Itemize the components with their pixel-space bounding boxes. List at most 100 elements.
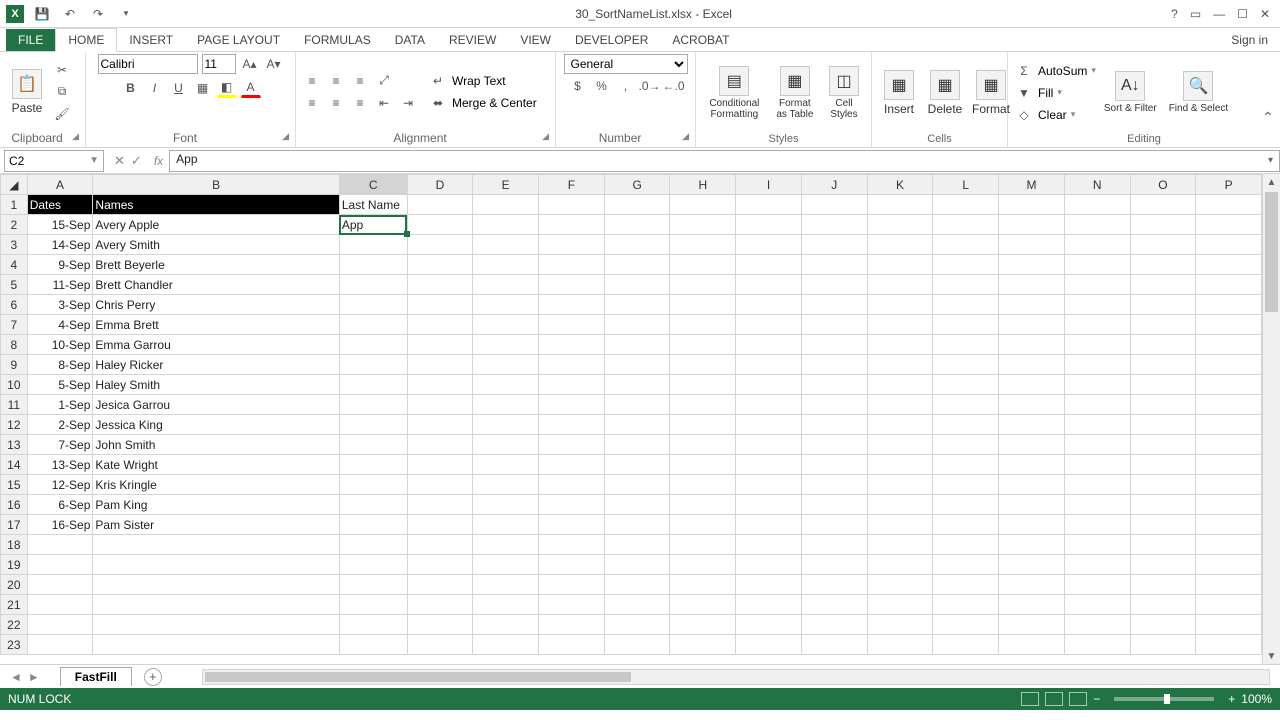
cell[interactable] (933, 255, 999, 275)
cell[interactable] (93, 575, 339, 595)
cell[interactable]: Names (93, 195, 339, 215)
cell[interactable] (670, 375, 736, 395)
cell[interactable] (407, 455, 473, 475)
cell[interactable]: 6-Sep (27, 495, 93, 515)
cell[interactable] (539, 315, 605, 335)
cell[interactable] (801, 495, 867, 515)
row-header[interactable]: 23 (1, 635, 28, 655)
cell[interactable] (999, 595, 1065, 615)
cell[interactable] (1064, 635, 1130, 655)
cell[interactable] (999, 215, 1065, 235)
cell[interactable] (801, 255, 867, 275)
row-header[interactable]: 5 (1, 275, 28, 295)
cell[interactable] (801, 435, 867, 455)
format-cells-button[interactable]: ▦Format (970, 68, 1012, 118)
cell[interactable] (1064, 295, 1130, 315)
cell[interactable] (1130, 635, 1196, 655)
paste-button[interactable]: 📋Paste (6, 67, 48, 117)
cell[interactable]: 3-Sep (27, 295, 93, 315)
cell[interactable] (999, 575, 1065, 595)
cell[interactable] (670, 235, 736, 255)
cell[interactable] (1064, 415, 1130, 435)
cell[interactable] (1064, 615, 1130, 635)
cell[interactable] (1064, 535, 1130, 555)
cell[interactable] (1130, 575, 1196, 595)
cell[interactable]: Brett Chandler (93, 275, 339, 295)
scroll-down-icon[interactable]: ▼ (1263, 648, 1280, 664)
cell[interactable] (1196, 255, 1262, 275)
cell[interactable] (539, 395, 605, 415)
cell[interactable] (1196, 455, 1262, 475)
cell[interactable] (604, 555, 670, 575)
cell[interactable] (1196, 635, 1262, 655)
cell[interactable] (339, 275, 407, 295)
cell[interactable] (1064, 495, 1130, 515)
cell[interactable] (999, 615, 1065, 635)
cell[interactable] (473, 575, 539, 595)
cell[interactable] (1196, 375, 1262, 395)
cell[interactable] (339, 235, 407, 255)
cell[interactable] (1196, 195, 1262, 215)
cell[interactable] (1130, 475, 1196, 495)
percent-icon[interactable]: % (592, 76, 612, 96)
cell[interactable] (670, 595, 736, 615)
cell[interactable] (867, 395, 933, 415)
cell[interactable] (736, 495, 802, 515)
increase-indent-icon[interactable]: ⇥ (398, 93, 418, 113)
cell[interactable]: 9-Sep (27, 255, 93, 275)
cell[interactable] (736, 395, 802, 415)
cell[interactable] (999, 195, 1065, 215)
cell[interactable] (407, 475, 473, 495)
cell[interactable] (604, 475, 670, 495)
cell[interactable] (1130, 315, 1196, 335)
row-header[interactable]: 19 (1, 555, 28, 575)
cell[interactable] (604, 595, 670, 615)
cell[interactable] (1064, 255, 1130, 275)
cell[interactable] (1064, 375, 1130, 395)
format-as-table-button[interactable]: ▦Format as Table (771, 64, 819, 122)
help-icon[interactable]: ? (1171, 7, 1178, 21)
cell[interactable] (539, 615, 605, 635)
cell[interactable] (93, 555, 339, 575)
cell[interactable] (604, 635, 670, 655)
align-right-icon[interactable]: ≡ (350, 93, 370, 113)
tab-review[interactable]: REVIEW (437, 29, 508, 51)
cell[interactable] (604, 215, 670, 235)
merge-center-button[interactable]: ⬌Merge & Center (428, 93, 537, 113)
cell[interactable] (867, 615, 933, 635)
cell[interactable] (801, 455, 867, 475)
cell[interactable]: 4-Sep (27, 315, 93, 335)
cell[interactable] (1130, 395, 1196, 415)
cell[interactable]: Avery Apple (93, 215, 339, 235)
sheet-tab[interactable]: FastFill (60, 667, 132, 686)
cell[interactable] (1064, 335, 1130, 355)
cell[interactable] (999, 335, 1065, 355)
number-dialog-icon[interactable]: ◢ (682, 131, 689, 142)
chevron-down-icon[interactable]: ▼ (89, 155, 99, 166)
cell[interactable] (539, 515, 605, 535)
expand-formula-bar-icon[interactable]: ▾ (1262, 150, 1280, 172)
cell[interactable] (999, 455, 1065, 475)
cell[interactable] (999, 275, 1065, 295)
cell[interactable] (999, 555, 1065, 575)
cell[interactable]: 16-Sep (27, 515, 93, 535)
cell[interactable] (999, 495, 1065, 515)
cell[interactable] (670, 415, 736, 435)
cell[interactable]: Last Name (339, 195, 407, 215)
cell[interactable] (1196, 295, 1262, 315)
cell[interactable] (867, 415, 933, 435)
column-header[interactable]: G (604, 175, 670, 195)
cell[interactable] (933, 555, 999, 575)
cell[interactable] (999, 515, 1065, 535)
cell[interactable] (27, 535, 93, 555)
cell[interactable] (339, 555, 407, 575)
clear-button[interactable]: ◇Clear▾ (1014, 105, 1096, 125)
cell[interactable] (93, 595, 339, 615)
cell[interactable] (1130, 595, 1196, 615)
cell[interactable] (933, 375, 999, 395)
cell[interactable] (933, 535, 999, 555)
cell[interactable] (801, 335, 867, 355)
cell[interactable] (801, 575, 867, 595)
cell[interactable] (867, 635, 933, 655)
decrease-decimal-icon[interactable]: ←.0 (664, 76, 684, 96)
